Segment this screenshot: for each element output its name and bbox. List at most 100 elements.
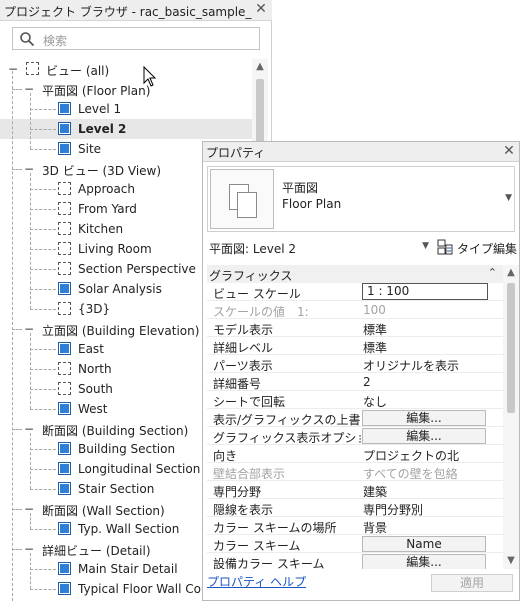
tree-item-label: 3D ビュー (3D View): [42, 164, 162, 178]
tree-item-label: East: [78, 342, 104, 356]
tree-item-label: Site: [78, 142, 102, 156]
view-scale-field[interactable]: 1 : 100: [362, 283, 488, 300]
tree-item-label: {3D}: [78, 302, 111, 316]
tree-item-label: Level 2: [78, 122, 127, 136]
property-value[interactable]: 専門分野別: [363, 501, 503, 518]
view-filled-icon: [58, 582, 71, 595]
edit-button[interactable]: Name: [362, 536, 486, 552]
property-row: 設備カラー スキーム 編集...: [207, 553, 503, 569]
property-name: 詳細レベル: [213, 341, 274, 355]
property-row: 専門分野 建築: [207, 481, 503, 499]
properties-panel: プロパティ ✕ 平面図 Floor Plan ▼ 平面図: Level 2 ▼ …: [202, 141, 520, 601]
scroll-up-icon[interactable]: ▲: [252, 59, 268, 75]
property-row: パーツ表示 オリジナルを表示: [207, 355, 503, 373]
property-name: 設備カラー スキーム: [213, 557, 325, 569]
property-value[interactable]: オリジナルを表示: [363, 357, 503, 374]
property-value[interactable]: 背景: [363, 519, 503, 536]
view-empty-icon: [58, 202, 71, 215]
tree-item-label: From Yard: [78, 202, 137, 216]
scroll-down-icon[interactable]: ▼: [503, 553, 519, 569]
tree-item-label: Kitchen: [78, 222, 124, 236]
property-row: 壁結合部表示 すべての壁を包絡: [207, 463, 503, 481]
property-name: 壁結合部表示: [213, 467, 286, 481]
properties-titlebar: プロパティ ✕: [203, 142, 519, 162]
view-filled-icon: [58, 142, 71, 155]
view-empty-icon: [58, 222, 71, 235]
property-value: すべての壁を包絡: [363, 467, 458, 481]
tree-item-label: Typ. Wall Section: [78, 522, 180, 536]
close-icon[interactable]: ✕: [254, 2, 268, 16]
tree-item[interactable]: Level 1: [0, 99, 252, 119]
view-empty-icon: [58, 182, 71, 195]
tree-item-label: 詳細ビュー (Detail): [42, 544, 151, 558]
views-root-icon: [26, 62, 39, 75]
property-value[interactable]: 標準: [363, 339, 503, 356]
property-value[interactable]: 2: [363, 375, 503, 389]
tree-item[interactable]: − ビュー (all): [0, 59, 252, 79]
search-placeholder: 検索: [43, 34, 68, 48]
property-row: 詳細番号 2: [207, 373, 503, 391]
edit-type-label: タイプ編集: [457, 242, 518, 256]
view-filled-icon: [58, 482, 71, 495]
property-name: カラー スキームの場所: [213, 521, 337, 535]
type-selector[interactable]: 平面図 Floor Plan ▼: [207, 166, 515, 232]
search-input[interactable]: 検索: [12, 27, 260, 50]
edit-button[interactable]: 編集...: [362, 428, 486, 444]
view-filled-icon: [58, 462, 71, 475]
edit-type-icon: [437, 239, 453, 255]
property-value[interactable]: プロジェクトの北: [363, 447, 503, 464]
instance-selector[interactable]: 平面図: Level 2 ▼: [207, 237, 431, 257]
property-row: 隠線を表示 専門分野別: [207, 499, 503, 517]
tree-item-label: 平面図 (Floor Plan): [42, 84, 151, 98]
group-header-label: グラフィックス: [209, 269, 293, 283]
edit-button[interactable]: 編集...: [362, 410, 486, 426]
scroll-thumb[interactable]: [507, 283, 515, 413]
property-row: スケールの値 1: 100: [207, 301, 503, 319]
property-name: グラフィックス表示オプション: [213, 431, 361, 445]
tree-item-label: West: [78, 402, 108, 416]
collapse-icon[interactable]: ⌃: [488, 266, 497, 279]
view-empty-icon: [58, 302, 71, 315]
properties-scrollbar[interactable]: ▲ ▼: [503, 265, 519, 569]
tree-item-label: North: [78, 362, 112, 376]
property-name: モデル表示: [213, 323, 274, 337]
floor-plan-type-icon: [210, 169, 274, 229]
property-value: 100: [363, 303, 386, 317]
collapse-icon[interactable]: −: [8, 63, 18, 75]
view-filled-icon: [58, 342, 71, 355]
tree-item-label: Solar Analysis: [78, 282, 162, 296]
view-empty-icon: [58, 382, 71, 395]
chevron-down-icon[interactable]: ▼: [422, 241, 429, 251]
group-header-graphics[interactable]: グラフィックス ⌃: [207, 265, 503, 283]
scroll-up-icon[interactable]: ▲: [503, 265, 519, 281]
tree-item-label: 断面図 (Wall Section): [42, 504, 165, 518]
property-name: カラー スキーム: [213, 539, 301, 553]
view-empty-icon: [58, 362, 71, 375]
property-value[interactable]: なし: [363, 393, 503, 410]
type-name-en: Floor Plan: [282, 197, 342, 211]
apply-button[interactable]: 適用: [431, 574, 513, 592]
properties-help-link[interactable]: プロパティ ヘルプ: [207, 573, 306, 590]
tree-item-label: ビュー (all): [46, 64, 110, 78]
property-value[interactable]: 標準: [363, 321, 503, 338]
tree-item[interactable]: Level 2: [0, 119, 252, 139]
edit-type-button[interactable]: タイプ編集: [435, 237, 517, 257]
tree-item-label: Living Room: [78, 242, 152, 256]
tree-item-label: 断面図 (Building Section): [42, 424, 189, 438]
property-name: スケールの値 1:: [213, 305, 309, 319]
close-icon[interactable]: ✕: [502, 144, 516, 158]
tree-item-label: Section Perspective: [78, 262, 196, 276]
instance-selector-label: 平面図: Level 2: [209, 242, 296, 256]
tree-item[interactable]: − 平面図 (Floor Plan): [0, 79, 252, 99]
property-name: 表示/グラフィックスの上書き: [213, 413, 361, 427]
edit-button[interactable]: 編集...: [362, 554, 486, 569]
properties-title: プロパティ: [206, 146, 266, 160]
property-row: カラー スキーム Name: [207, 535, 503, 553]
chevron-down-icon[interactable]: ▼: [505, 193, 512, 203]
property-name: ビュー スケール: [213, 287, 301, 301]
property-row: カラー スキームの場所 背景: [207, 517, 503, 535]
tree-item-label: Building Section: [78, 442, 176, 456]
property-row: ビュー スケール 1 : 100: [207, 283, 503, 301]
property-value[interactable]: 建築: [363, 483, 503, 500]
view-empty-icon: [58, 242, 71, 255]
